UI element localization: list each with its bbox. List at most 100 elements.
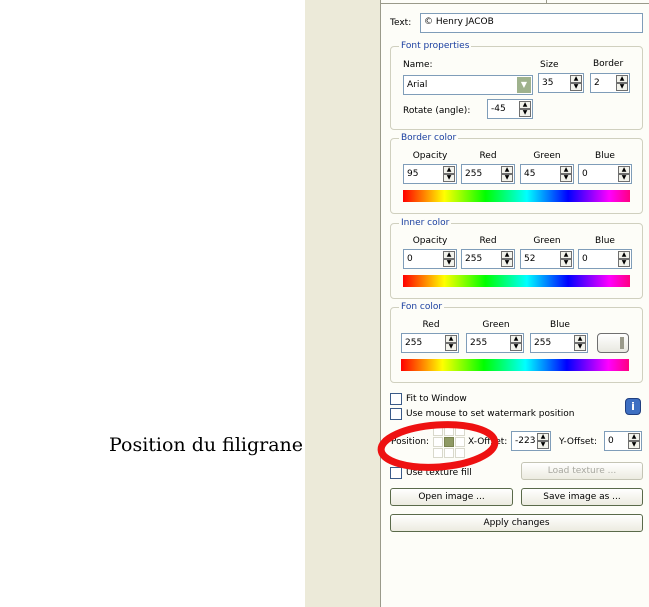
border-blue-spinner[interactable]: 0 ▲ ▼ [578,164,632,184]
swatch-edge [620,337,624,349]
spin-down-icon[interactable]: ▼ [445,343,457,351]
inner-color-legend: Inner color [399,218,452,228]
position-grid-cell[interactable] [433,448,443,458]
border-red-value: 255 [465,169,483,179]
inner-blue-spinner[interactable]: 0 ▲ ▼ [578,249,632,269]
position-grid-cell[interactable] [433,426,443,436]
rotate-label: Rotate (angle): [403,106,471,116]
spin-up-icon[interactable]: ▲ [445,335,457,343]
fon-color-preview-button[interactable] [597,333,629,353]
position-grid-cell[interactable] [433,437,443,447]
y-offset-spinner[interactable]: 0 ▲ ▼ [604,431,642,451]
spin-up-icon[interactable]: ▲ [443,251,455,259]
load-texture-button[interactable]: Load texture ... [521,462,643,480]
spin-down-icon[interactable]: ▼ [560,259,572,267]
spin-up-icon[interactable]: ▲ [510,335,522,343]
fit-to-window-checkbox[interactable] [390,393,402,405]
border-green-label: Green [533,151,561,161]
font-size-label: Size [540,60,559,70]
fon-green-value: 255 [470,338,488,348]
inner-opacity-value: 0 [407,254,413,264]
spin-down-icon[interactable]: ▼ [618,259,630,267]
spin-down-icon[interactable]: ▼ [560,174,572,182]
inner-opacity-spinner[interactable]: 0 ▲ ▼ [403,249,457,269]
spin-up-icon[interactable]: ▲ [616,75,628,83]
fon-red-spinner[interactable]: 255 ▲ ▼ [401,333,459,353]
fon-blue-spinner[interactable]: 255 ▲ ▼ [530,333,588,353]
info-icon[interactable]: i [625,398,641,415]
position-grid-cell[interactable] [455,437,465,447]
spin-up-icon[interactable]: ▲ [519,101,531,109]
spin-down-icon[interactable]: ▼ [510,343,522,351]
font-name-value: Arial [407,80,428,90]
x-offset-label: X-Offset: [468,437,508,447]
border-opacity-spinner[interactable]: 95 ▲ ▼ [403,164,457,184]
border-color-legend: Border color [399,133,459,143]
tab-strip-edge [381,0,649,4]
spin-down-icon[interactable]: ▼ [574,343,586,351]
inner-color-spectrum[interactable] [403,275,630,287]
border-blue-label: Blue [595,151,615,161]
position-grid-cell[interactable] [444,448,454,458]
use-texture-label: Use texture fill [406,468,472,478]
border-green-spinner[interactable]: 45 ▲ ▼ [520,164,574,184]
use-texture-checkbox[interactable] [390,467,402,479]
spin-up-icon[interactable]: ▲ [574,335,586,343]
inner-green-spinner[interactable]: 52 ▲ ▼ [520,249,574,269]
fon-red-value: 255 [405,338,423,348]
position-grid-cell[interactable] [455,426,465,436]
inner-blue-value: 0 [582,254,588,264]
spin-up-icon[interactable]: ▲ [537,433,549,441]
window-background-strip [305,0,380,607]
spin-up-icon[interactable]: ▲ [618,251,630,259]
position-grid-cell[interactable] [455,448,465,458]
position-grid-cell[interactable] [444,437,454,447]
position-grid[interactable] [433,426,466,459]
open-image-button[interactable]: Open image ... [390,488,513,506]
spin-up-icon[interactable]: ▲ [570,75,582,83]
spin-down-icon[interactable]: ▼ [443,174,455,182]
border-opacity-label: Opacity [412,151,448,161]
position-grid-cell[interactable] [444,426,454,436]
rotate-spinner[interactable]: -45 ▲ ▼ [487,99,533,119]
spin-down-icon[interactable]: ▼ [616,83,628,91]
spin-down-icon[interactable]: ▼ [628,441,640,449]
spin-up-icon[interactable]: ▲ [618,166,630,174]
font-size-spinner[interactable]: 35 ▲ ▼ [538,73,584,93]
use-mouse-checkbox[interactable] [390,408,402,420]
spin-up-icon[interactable]: ▲ [560,166,572,174]
fon-blue-value: 255 [534,338,552,348]
spin-up-icon[interactable]: ▲ [501,251,513,259]
spin-up-icon[interactable]: ▲ [628,433,640,441]
spin-up-icon[interactable]: ▲ [501,166,513,174]
border-color-spectrum[interactable] [403,190,630,202]
spin-down-icon[interactable]: ▼ [501,174,513,182]
y-offset-value: 0 [608,436,614,446]
chevron-down-icon[interactable]: ▼ [517,77,531,93]
spin-down-icon[interactable]: ▼ [570,83,582,91]
x-offset-spinner[interactable]: -223 ▲ ▼ [511,431,551,451]
spin-down-icon[interactable]: ▼ [618,174,630,182]
font-border-spinner[interactable]: 2 ▲ ▼ [590,73,630,93]
spin-down-icon[interactable]: ▼ [519,109,531,117]
spin-up-icon[interactable]: ▲ [560,251,572,259]
fon-color-spectrum[interactable] [401,359,629,371]
inner-red-spinner[interactable]: 255 ▲ ▼ [461,249,515,269]
border-red-spinner[interactable]: 255 ▲ ▼ [461,164,515,184]
font-name-select[interactable]: Arial ▼ [403,75,533,95]
fon-green-spinner[interactable]: 255 ▲ ▼ [466,333,524,353]
y-offset-label: Y-Offset: [559,437,597,447]
fon-green-label: Green [482,320,510,330]
inner-blue-label: Blue [595,236,615,246]
spin-down-icon[interactable]: ▼ [443,259,455,267]
save-image-button[interactable]: Save image as ... [521,488,643,506]
watermark-position-caption: Position du filigrane [109,434,304,456]
border-green-value: 45 [524,169,536,179]
fon-blue-label: Blue [550,320,570,330]
watermark-text-input[interactable]: © Henry JACOB [420,13,643,33]
spin-up-icon[interactable]: ▲ [443,166,455,174]
spin-down-icon[interactable]: ▼ [537,441,549,449]
spin-down-icon[interactable]: ▼ [501,259,513,267]
border-red-label: Red [479,151,497,161]
apply-changes-button[interactable]: Apply changes [390,514,643,532]
